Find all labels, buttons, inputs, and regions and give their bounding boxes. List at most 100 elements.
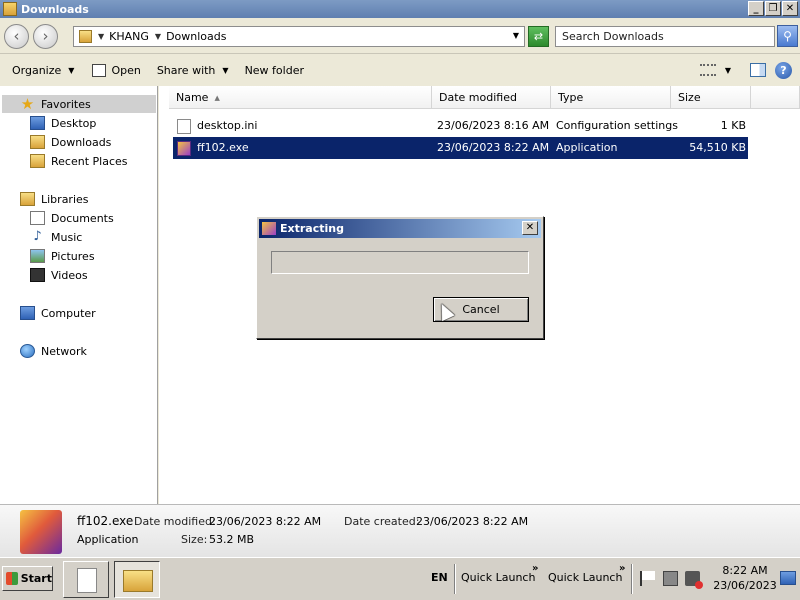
organize-menu[interactable]: Organize ▼ <box>6 64 80 77</box>
downloads-folder-icon <box>30 135 45 149</box>
file-name: desktop.ini <box>197 119 258 132</box>
start-label: Start <box>20 572 52 585</box>
window-titlebar[interactable]: Downloads _ ❐ ✕ <box>0 0 800 18</box>
nav-item-desktop[interactable]: Desktop <box>30 114 96 132</box>
file-name: ff102.exe <box>197 141 249 154</box>
start-button[interactable]: Start <box>2 566 53 591</box>
crumb-separator-icon[interactable]: ▼ <box>98 32 104 41</box>
action-center-flag-icon[interactable] <box>640 571 655 586</box>
nav-item-downloads[interactable]: Downloads <box>30 133 111 151</box>
refresh-button[interactable]: ⇄ <box>528 26 549 47</box>
open-icon <box>92 63 107 77</box>
ini-file-icon <box>177 119 191 134</box>
search-input[interactable]: Search Downloads <box>555 26 775 47</box>
quick-launch-toolbar-1[interactable]: Quick Launch <box>461 571 535 584</box>
system-clock[interactable]: 8:22 AM 23/06/2023 <box>712 563 778 593</box>
taskbar-app-notepad[interactable] <box>63 561 109 598</box>
preview-pane-icon[interactable] <box>750 63 766 77</box>
file-size: 54,510 KB <box>689 141 746 154</box>
volume-muted-icon[interactable] <box>685 571 703 589</box>
clock-time: 8:22 AM <box>722 564 768 577</box>
command-bar: Organize ▼ Open Share with ▼ New folder … <box>0 55 800 85</box>
quick-launch-chevron-icon[interactable]: » <box>532 563 538 574</box>
computer-icon <box>20 306 35 320</box>
taskbar: Start EN Quick Launch » Quick Launch » 8… <box>0 557 800 600</box>
dialog-titlebar[interactable]: Extracting ✕ <box>259 219 541 238</box>
details-file-name: ff102.exe <box>77 514 134 528</box>
share-with-menu[interactable]: Share with ▼ <box>151 64 235 77</box>
chevron-down-icon: ▼ <box>222 65 229 75</box>
nav-item-music[interactable]: ♪ Music <box>30 228 82 246</box>
organize-label: Organize <box>12 63 62 77</box>
new-folder-button[interactable]: New folder <box>239 64 310 77</box>
document-icon <box>77 568 97 593</box>
back-button[interactable]: ‹ <box>4 24 29 49</box>
folder-icon <box>123 570 153 592</box>
file-row-desktop-ini[interactable]: desktop.ini 23/06/2023 8:16 AM Configura… <box>173 115 748 137</box>
column-header-empty[interactable] <box>751 86 800 109</box>
address-dropdown-icon[interactable]: ▼ <box>513 31 519 40</box>
nav-item-recent-places[interactable]: Recent Places <box>30 152 128 170</box>
breadcrumb-downloads[interactable]: Downloads <box>166 30 226 43</box>
file-date: 23/06/2023 8:16 AM <box>437 119 550 132</box>
clock-date: 23/06/2023 <box>713 579 777 592</box>
music-icon: ♪ <box>33 229 42 244</box>
dialog-close-button[interactable]: ✕ <box>522 221 538 235</box>
details-date-modified: 23/06/2023 8:22 AM <box>209 515 322 528</box>
help-icon[interactable]: ? <box>775 61 792 79</box>
file-size: 1 KB <box>720 119 746 132</box>
address-input[interactable]: ▼ KHANG ▼ Downloads ▼ <box>73 26 525 47</box>
taskbar-app-explorer[interactable] <box>114 561 160 598</box>
column-header-type[interactable]: Type <box>551 86 671 109</box>
details-file-type: Application <box>77 533 139 546</box>
column-label: Name <box>176 91 209 104</box>
file-type: Configuration settings <box>556 119 678 132</box>
details-pane: ff102.exe Date modified: 23/06/2023 8:22… <box>0 504 800 557</box>
breadcrumb-khang[interactable]: KHANG <box>109 30 149 43</box>
nav-item-documents[interactable]: Documents <box>30 209 114 227</box>
nav-label: Network <box>41 344 87 358</box>
nav-item-videos[interactable]: Videos <box>30 266 88 284</box>
file-row-ff102-exe[interactable]: ff102.exe 23/06/2023 8:22 AM Application… <box>173 137 748 159</box>
network-tray-icon[interactable] <box>663 571 678 586</box>
view-options-icon[interactable] <box>699 64 716 76</box>
libraries-icon <box>20 192 35 206</box>
details-date-created: 23/06/2023 8:22 AM <box>416 515 529 528</box>
nav-label: Documents <box>51 211 114 225</box>
documents-icon <box>30 211 45 225</box>
videos-icon <box>30 268 45 282</box>
open-button[interactable]: Open <box>86 63 146 77</box>
nav-item-favorites[interactable]: ★ Favorites <box>2 95 156 113</box>
column-header-date-modified[interactable]: Date modified <box>432 86 551 109</box>
separator <box>631 564 633 594</box>
quick-launch-chevron-icon[interactable]: » <box>619 563 625 574</box>
nav-label: Favorites <box>41 97 91 111</box>
nav-item-computer[interactable]: Computer <box>20 304 96 322</box>
app-icon <box>177 141 191 156</box>
nav-item-libraries[interactable]: Libraries <box>20 190 89 208</box>
column-header-size[interactable]: Size <box>671 86 751 109</box>
quick-launch-toolbar-2[interactable]: Quick Launch <box>548 571 622 584</box>
nav-item-pictures[interactable]: Pictures <box>30 247 95 265</box>
minimize-button[interactable]: _ <box>748 1 764 16</box>
nav-item-network[interactable]: Network <box>20 342 87 360</box>
chevron-down-icon[interactable]: ▼ <box>725 66 731 75</box>
forward-button[interactable]: › <box>33 24 58 49</box>
sort-arrow-icon: ▲ <box>214 93 220 102</box>
window-title: Downloads <box>21 2 89 16</box>
extracting-dialog: Extracting ✕ Cancel <box>256 216 544 339</box>
crumb-separator-icon[interactable]: ▼ <box>155 32 161 41</box>
dialog-title: Extracting <box>280 222 344 235</box>
close-button[interactable]: ✕ <box>782 1 798 16</box>
column-header-name[interactable]: Name ▲ <box>169 86 432 109</box>
show-desktop-icon[interactable] <box>780 571 796 585</box>
extraction-progress-bar <box>271 251 529 274</box>
language-indicator[interactable]: EN <box>431 571 448 584</box>
restore-button[interactable]: ❐ <box>765 1 781 16</box>
desktop-icon <box>30 116 45 130</box>
file-type: Application <box>556 141 618 154</box>
search-icon[interactable]: ⚲ <box>777 25 798 47</box>
nav-label: Libraries <box>41 192 89 206</box>
open-label: Open <box>111 63 141 77</box>
details-size-label: Size: <box>181 533 208 546</box>
